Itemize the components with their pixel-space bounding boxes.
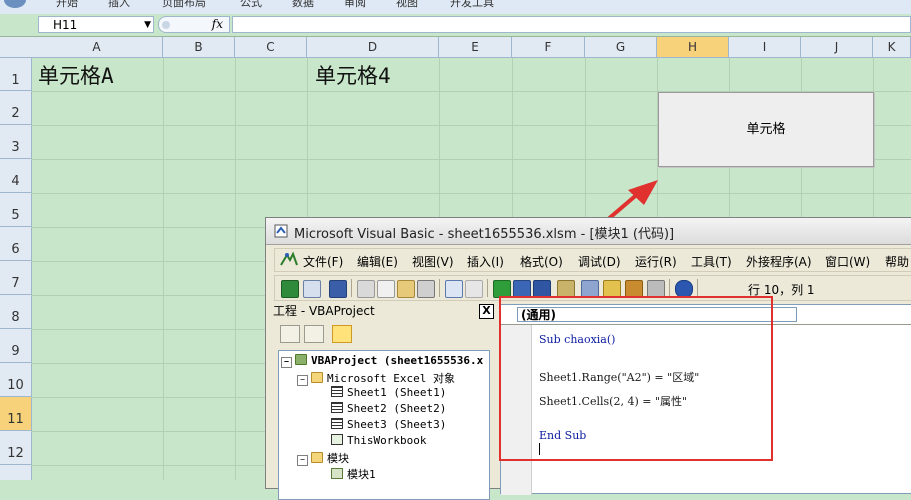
copy-icon[interactable] (377, 280, 395, 298)
vbe-menu-bar: 文件(F) 编辑(E) 视图(V) 插入(I) 格式(O) 调试(D) 运行(R… (274, 248, 911, 272)
view-code-icon[interactable] (280, 325, 300, 343)
vbaproject-icon (295, 354, 307, 365)
project-explorer-pane: 工程 - VBAProject X − VBAProject (sheet1655… (270, 302, 498, 500)
cut-icon[interactable] (357, 280, 375, 298)
sheet-icon (331, 402, 343, 413)
tree-item-sheet3[interactable]: Sheet3 (Sheet3) (331, 418, 446, 431)
vba-menu-logo-icon[interactable] (279, 251, 299, 269)
tree-item-label: Sheet3 (Sheet3) (347, 418, 447, 431)
view-object-icon[interactable] (304, 325, 324, 343)
annotation-highlight-box (499, 296, 773, 461)
folder-icon (311, 372, 323, 383)
tree-item-label: Sheet2 (Sheet2) (347, 402, 447, 415)
project-pane-title: 工程 - VBAProject X (270, 302, 498, 320)
menu-view[interactable]: 视图(V) (412, 253, 454, 270)
watermark-url: jingyan.baidu.com (786, 453, 906, 468)
tree-item-thisworkbook[interactable]: ThisWorkbook (331, 434, 426, 447)
sheet-icon (331, 418, 343, 429)
redo-icon[interactable] (465, 280, 483, 298)
menu-tools[interactable]: 工具(T) (691, 253, 732, 270)
menu-window[interactable]: 窗口(W) (825, 253, 870, 270)
tree-item-modules[interactable]: − 模块 (297, 450, 349, 466)
watermark-brand: Baidu经验 (786, 407, 911, 438)
project-pane-title-text: 工程 - VBAProject (273, 304, 375, 318)
folder-icon (311, 452, 323, 463)
vbe-title: Microsoft Visual Basic - sheet1655536.xl… (294, 227, 675, 242)
vbe-title-bar: Microsoft Visual Basic - sheet1655536.xl… (266, 218, 911, 245)
tree-item-label: 模块1 (347, 468, 376, 481)
menu-run[interactable]: 运行(R) (635, 253, 677, 270)
tree-item-vbaproject[interactable]: − VBAProject (sheet1655536.x (281, 354, 483, 368)
baidu-watermark: Baidu经验 jingyan.baidu.com (768, 395, 911, 475)
tree-item-sheet2[interactable]: Sheet2 (Sheet2) (331, 402, 446, 415)
tree-item-label: VBAProject (sheet1655536.x (311, 354, 484, 367)
paste-icon[interactable] (397, 280, 415, 298)
undo-icon[interactable] (445, 280, 463, 298)
menu-help[interactable]: 帮助 (885, 253, 909, 270)
menu-debug[interactable]: 调试(D) (578, 253, 621, 270)
tree-item-label: Microsoft Excel 对象 (327, 372, 455, 385)
save-icon[interactable] (329, 280, 347, 298)
toggle-folders-icon[interactable] (332, 325, 352, 343)
collapse-icon[interactable]: − (281, 357, 292, 368)
tree-item-sheet1[interactable]: Sheet1 (Sheet1) (331, 386, 446, 399)
vbe-app-icon (274, 224, 288, 238)
menu-addins[interactable]: 外接程序(A) (746, 253, 812, 270)
tree-item-label: 模块 (327, 452, 349, 465)
project-pane-toolbar (270, 322, 498, 346)
excel-view-icon[interactable] (281, 280, 299, 298)
menu-insert[interactable]: 插入(I) (467, 253, 504, 270)
menu-edit[interactable]: 编辑(E) (357, 253, 398, 270)
collapse-icon[interactable]: − (297, 455, 308, 466)
project-tree: − VBAProject (sheet1655536.x − Microsoft E… (278, 350, 490, 500)
menu-format[interactable]: 格式(O) (520, 253, 563, 270)
tree-item-label: ThisWorkbook (347, 434, 427, 447)
module-icon (331, 468, 343, 479)
tree-item-excel-objects[interactable]: − Microsoft Excel 对象 (297, 370, 455, 386)
insert-userform-icon[interactable] (303, 280, 321, 298)
menu-file[interactable]: 文件(F) (303, 253, 343, 270)
find-icon[interactable] (417, 280, 435, 298)
tree-item-label: Sheet1 (Sheet1) (347, 386, 447, 399)
sheet-icon (331, 386, 343, 397)
workbook-icon (331, 434, 343, 445)
collapse-icon[interactable]: − (297, 375, 308, 386)
close-icon[interactable]: X (479, 304, 494, 319)
